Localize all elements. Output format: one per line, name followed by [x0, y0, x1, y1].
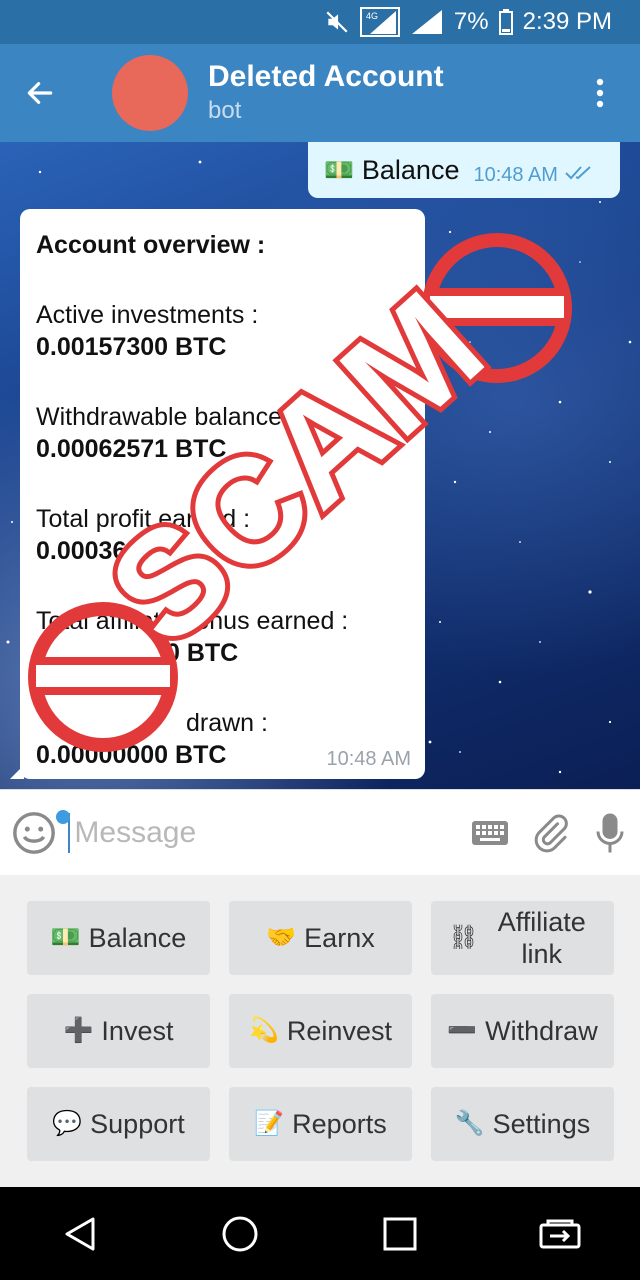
overview-label: Total affiliate bonus earned : [36, 607, 349, 635]
keyboard-icon [472, 820, 509, 845]
overview-label: Active investments : [36, 301, 259, 329]
money-icon: 💵 [324, 156, 354, 184]
button-emoji-icon: ⛓ [448, 924, 479, 951]
button-emoji-icon: 💬 [52, 1110, 83, 1137]
emoji-icon [13, 811, 56, 854]
overview-heading: Account overview : [36, 231, 266, 259]
chat-area[interactable]: 💵 Balance 10:48 AM Account overview : Ac… [0, 142, 640, 789]
emoji-button[interactable] [0, 790, 70, 876]
bubble-tail [10, 765, 24, 779]
button-label: Reports [292, 1109, 387, 1139]
button-label: Reinvest [286, 1016, 392, 1046]
bot-keyboard: 💵 Balance 🤝 Earnx ⛓ Affiliate link ➕ Invest 💫 Rei… [0, 875, 640, 1187]
status-bar: 4G 7% 2:39 PM [0, 0, 640, 44]
nav-switch-button[interactable] [515, 1187, 605, 1280]
overview-label: Total profit earned : [36, 505, 251, 533]
read-ticks-icon [564, 164, 594, 187]
chat-title: Deleted Account [208, 60, 444, 93]
clock: 2:39 PM [522, 8, 612, 35]
message-input-bar [0, 789, 640, 875]
circle-home-icon [222, 1216, 258, 1251]
battery-percent: 7% [453, 8, 489, 35]
overview-value: 0 BTC [166, 639, 239, 667]
keyboard-button-reports[interactable]: 📝 Reports [229, 1087, 412, 1161]
button-emoji-icon: 📝 [254, 1110, 285, 1137]
back-button[interactable] [0, 44, 80, 142]
keyboard-button-support[interactable]: 💬 Support [27, 1087, 210, 1161]
overview-label: Withdrawable balance : [36, 403, 296, 431]
triangle-back-icon [65, 1217, 95, 1250]
navigation-bar [0, 1187, 640, 1280]
button-emoji-icon: 🤝 [266, 924, 297, 951]
mute-icon [324, 9, 350, 35]
notification-dot [56, 809, 70, 824]
signal-icon [410, 8, 444, 36]
outgoing-message[interactable]: 💵 Balance 10:48 AM [308, 142, 620, 198]
keyboard-button-withdraw[interactable]: ➖ Withdraw [431, 994, 614, 1068]
button-label: Settings [492, 1109, 591, 1139]
outgoing-message-time: 10:48 AM [473, 163, 558, 186]
menu-button[interactable] [560, 44, 640, 142]
message-input[interactable] [68, 812, 461, 853]
paperclip-icon [534, 813, 569, 852]
button-label: Support [90, 1109, 185, 1139]
button-emoji-icon: 💫 [249, 1017, 279, 1044]
button-label: Earnx [304, 923, 375, 953]
incoming-message[interactable]: Account overview : Active investments : … [10, 209, 425, 779]
bot-keyboard-grid: 💵 Balance 🤝 Earnx ⛓ Affiliate link ➕ Invest 💫 Rei… [27, 901, 614, 1161]
nav-recents-button[interactable] [355, 1187, 445, 1280]
button-emoji-icon: ➖ [447, 1017, 478, 1044]
button-label: Balance [88, 923, 187, 953]
keyboard-button-balance[interactable]: 💵 Balance [27, 901, 210, 975]
overview-value: 0.00157300 BTC [36, 333, 227, 361]
switch-app-icon [539, 1219, 581, 1248]
attach-button[interactable] [520, 790, 580, 876]
keyboard-button-invest[interactable]: ➕ Invest [27, 994, 210, 1068]
keyboard-button[interactable] [460, 790, 520, 876]
signal-4g-icon: 4G [359, 7, 400, 37]
microphone-icon [596, 813, 624, 852]
more-vertical-icon [596, 78, 604, 108]
keyboard-button-reinvest[interactable]: 💫 Reinvest [229, 994, 412, 1068]
overview-value: 0.00062571 BTC [36, 435, 227, 463]
button-emoji-icon: 🔧 [454, 1110, 485, 1137]
button-emoji-icon: 💵 [50, 924, 81, 951]
svg-text:4G: 4G [366, 11, 378, 21]
outgoing-message-text: Balance [361, 154, 460, 185]
button-label: Invest [101, 1016, 174, 1046]
incoming-message-time: 10:48 AM [326, 748, 411, 770]
button-label: Affiliate link [497, 907, 586, 969]
nav-home-button[interactable] [195, 1187, 285, 1280]
avatar[interactable] [112, 55, 188, 131]
button-label: Withdraw [485, 1016, 598, 1046]
nav-back-button[interactable] [35, 1187, 125, 1280]
keyboard-button-affiliate-link[interactable]: ⛓ Affiliate link [431, 901, 614, 975]
voice-button[interactable] [580, 790, 640, 876]
keyboard-button-settings[interactable]: 🔧 Settings [431, 1087, 614, 1161]
keyboard-button-earnx[interactable]: 🤝 Earnx [229, 901, 412, 975]
back-arrow-icon [27, 82, 53, 104]
battery-icon [498, 9, 513, 35]
square-recents-icon [383, 1217, 417, 1250]
overview-label: drawn : [186, 709, 268, 737]
button-emoji-icon: ➕ [63, 1017, 94, 1044]
chat-subtitle: bot [208, 97, 242, 124]
chat-header: Deleted Account bot [0, 44, 640, 142]
overview-value: 0.0003637 [36, 537, 155, 565]
title-block[interactable]: Deleted Account bot [208, 59, 560, 127]
